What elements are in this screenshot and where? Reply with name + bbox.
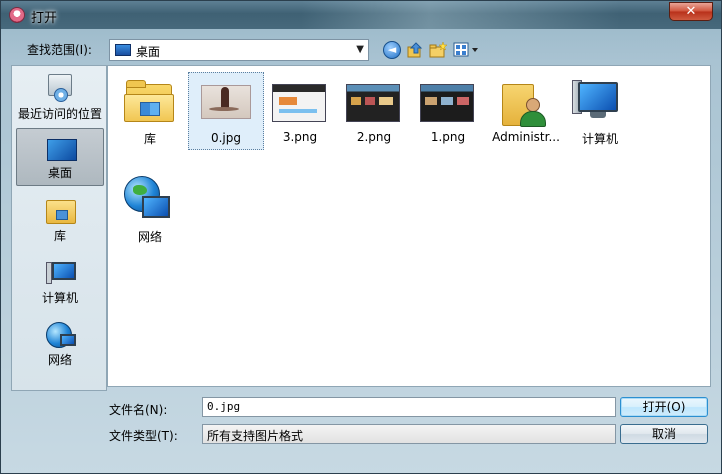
look-in-value: 桌面 [136, 45, 161, 59]
open-file-dialog: 打开 ✕ 查找范围(I): 桌面 ▼ ◄ 最近访问的位置 桌面 库 计算机 网络… [0, 0, 722, 474]
place-label: 最近访问的位置 [17, 107, 102, 121]
new-folder-button[interactable] [429, 41, 448, 59]
network-icon [46, 320, 76, 348]
desktop-icon [47, 135, 77, 163]
file-item-3-png[interactable]: 3.png [262, 72, 338, 150]
dropdown-arrow-icon[interactable]: ▼ [356, 44, 364, 55]
place-computer[interactable]: 计算机 [16, 252, 104, 310]
up-folder-button[interactable] [406, 41, 424, 59]
place-label: 网络 [47, 353, 72, 367]
network-icon [122, 176, 176, 222]
cancel-button[interactable]: 取消 [620, 424, 708, 444]
file-item-label: 库 [143, 132, 156, 146]
filetype-select[interactable]: 所有支持图片格式 [202, 424, 616, 444]
look-in-label: 查找范围(I): [27, 43, 92, 57]
new-folder-icon [429, 41, 448, 58]
file-item-2-png[interactable]: 2.png [336, 72, 412, 150]
open-button[interactable]: 打开(O) [620, 397, 708, 417]
window-title: 打开 [31, 11, 58, 26]
filetype-label: 文件类型(T): [109, 429, 178, 443]
computer-icon [46, 258, 76, 286]
place-recent[interactable]: 最近访问的位置 [16, 68, 104, 126]
file-list[interactable]: 库 0.jpg 3.png 2.png 1.png Administr... 计… [107, 65, 711, 387]
view-menu-icon [453, 42, 478, 57]
place-desktop[interactable]: 桌面 [16, 128, 104, 186]
app-icon [9, 7, 25, 23]
up-folder-icon [407, 42, 423, 58]
recent-places-icon [46, 74, 76, 102]
user-folder-icon [498, 78, 552, 127]
place-label: 库 [53, 229, 66, 243]
title-bar[interactable]: 打开 ✕ [1, 1, 721, 29]
file-item-administrator[interactable]: Administr... [488, 72, 564, 150]
image-thumbnail-icon [420, 78, 474, 124]
close-button[interactable]: ✕ [669, 2, 713, 21]
place-label: 桌面 [47, 166, 72, 180]
look-in-dropdown[interactable]: 桌面 ▼ [109, 39, 369, 61]
file-item-0-jpg[interactable]: 0.jpg [188, 72, 264, 150]
library-icon [46, 196, 76, 224]
view-menu-button[interactable] [453, 41, 481, 59]
places-bar: 最近访问的位置 桌面 库 计算机 网络 [11, 65, 107, 391]
filename-label: 文件名(N): [109, 403, 168, 417]
file-item-network[interactable]: 网络 [112, 170, 188, 248]
image-thumbnail-icon [199, 79, 253, 125]
computer-icon [572, 78, 626, 124]
image-thumbnail-icon [272, 78, 326, 124]
file-item-1-png[interactable]: 1.png [410, 72, 486, 150]
place-library[interactable]: 库 [16, 190, 104, 248]
title-bar-decoration [301, 1, 621, 29]
place-label: 计算机 [41, 291, 78, 305]
file-item-label: 计算机 [581, 132, 618, 146]
file-item-library[interactable]: 库 [112, 72, 188, 150]
file-item-computer[interactable]: 计算机 [562, 72, 638, 150]
file-item-label: 网络 [137, 230, 162, 244]
image-thumbnail-icon [346, 78, 400, 124]
filename-input[interactable]: 0.jpg [202, 397, 616, 417]
desktop-icon [115, 44, 131, 56]
place-network[interactable]: 网络 [16, 314, 104, 372]
library-folder-icon [122, 78, 176, 124]
back-button[interactable]: ◄ [383, 41, 401, 59]
file-item-label: 1.png [430, 130, 466, 144]
